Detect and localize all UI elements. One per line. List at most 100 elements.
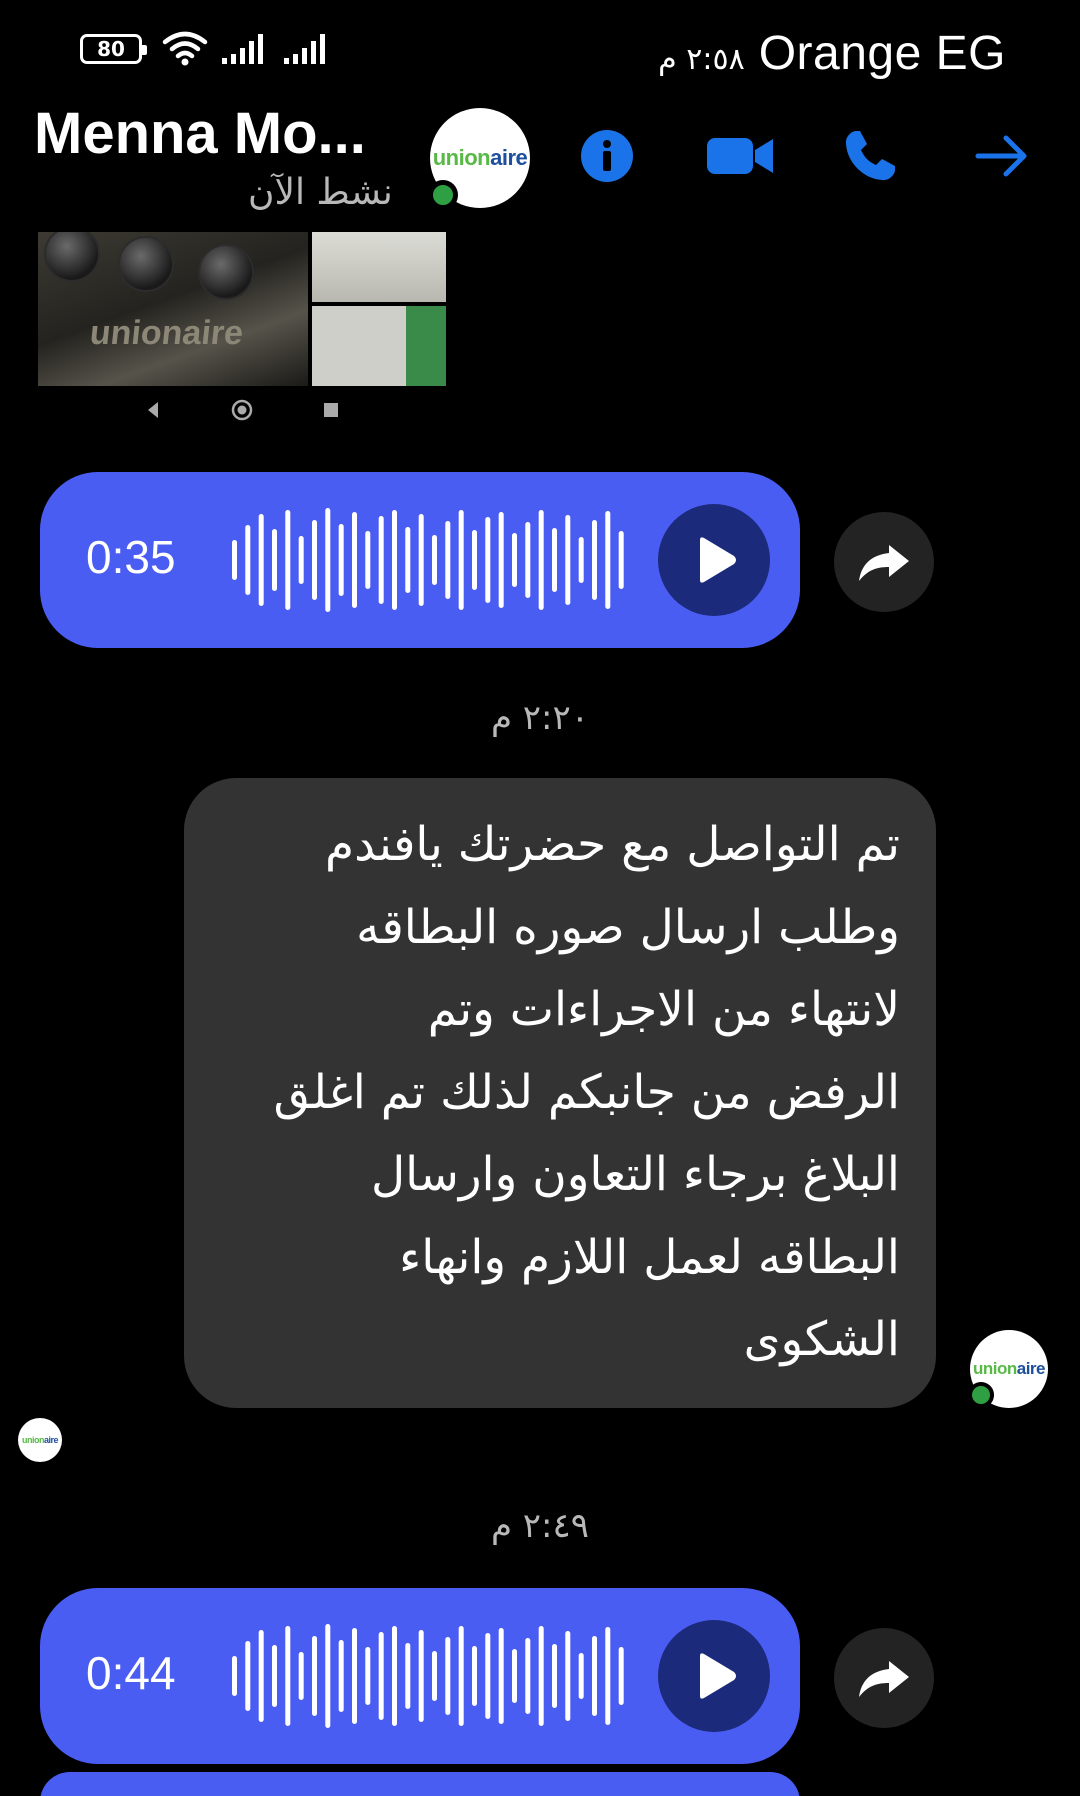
forward-button[interactable] bbox=[834, 1628, 934, 1728]
waveform-bar bbox=[525, 522, 531, 598]
waveform-bar bbox=[605, 511, 611, 609]
contact-name[interactable]: Menna Mo... bbox=[34, 100, 366, 167]
waveform-bar bbox=[352, 512, 357, 608]
photo-appliance[interactable]: unionaire bbox=[38, 232, 308, 386]
photo-logo-text: unionaire bbox=[88, 314, 246, 352]
message-timestamp: ٢:٢٠ م bbox=[490, 698, 590, 738]
voice-duration: 0:35 bbox=[86, 531, 176, 583]
voice-duration: 0:44 bbox=[86, 1647, 176, 1699]
voice-message-row: 0:35 bbox=[40, 472, 940, 648]
text-message-bubble[interactable]: تم التواصل مع حضرتك يافندم وطلب ارسال صو… bbox=[184, 778, 936, 1408]
waveform-bar bbox=[392, 1626, 397, 1726]
brand-logo-part: aire bbox=[1016, 1359, 1046, 1378]
signal-icon bbox=[222, 34, 263, 64]
waveform-bar bbox=[418, 514, 424, 606]
waveform-bar bbox=[312, 520, 317, 600]
waveform-bar bbox=[392, 510, 397, 610]
waveform-bar bbox=[472, 530, 477, 590]
waveform-bar bbox=[432, 535, 437, 585]
waveform-bar bbox=[405, 1643, 411, 1709]
shared-photo[interactable]: unionaire bbox=[38, 232, 446, 386]
waveform-bar bbox=[578, 1653, 584, 1699]
waveform-bar bbox=[618, 1647, 624, 1705]
waveform-bar bbox=[565, 515, 571, 605]
waveform bbox=[232, 508, 624, 612]
video-call-icon[interactable] bbox=[703, 126, 777, 186]
waveform-bar bbox=[578, 537, 584, 583]
signal-icon bbox=[284, 34, 325, 64]
brand-logo-part: union bbox=[21, 1435, 45, 1445]
phone-icon[interactable] bbox=[840, 126, 900, 186]
voice-message[interactable]: 0:35 bbox=[40, 472, 800, 648]
waveform-bar bbox=[258, 514, 264, 606]
voice-message[interactable]: 0:44 bbox=[40, 1588, 800, 1764]
online-indicator bbox=[968, 1382, 994, 1408]
waveform-bar bbox=[605, 1627, 611, 1725]
online-indicator bbox=[428, 180, 458, 210]
waveform-bar bbox=[365, 531, 371, 589]
message-line: وطلب ارسال صوره البطاقه bbox=[356, 899, 900, 955]
waveform-bar bbox=[472, 1646, 477, 1706]
waveform-bar bbox=[272, 529, 277, 591]
message-line: البلاغ برجاء التعاون وارسال bbox=[370, 1147, 900, 1202]
play-icon bbox=[700, 1653, 736, 1699]
waveform-bar bbox=[485, 517, 491, 603]
waveform-bar bbox=[552, 528, 557, 592]
brand-logo: unionaire bbox=[972, 1359, 1046, 1379]
share-arrow-icon bbox=[859, 545, 909, 581]
waveform-bar bbox=[378, 1632, 384, 1720]
message-line: تم التواصل مع حضرتك يافندم bbox=[325, 817, 900, 872]
waveform-bar bbox=[258, 1630, 264, 1722]
avatar[interactable]: unionaire bbox=[428, 108, 530, 210]
waveform-bar bbox=[285, 510, 291, 610]
waveform-bar bbox=[432, 1651, 437, 1701]
battery-icon: 80 bbox=[80, 34, 147, 64]
waveform-bar bbox=[538, 510, 544, 610]
play-button[interactable] bbox=[658, 504, 770, 616]
photo-documents[interactable] bbox=[312, 232, 446, 386]
photo-knob bbox=[198, 244, 254, 300]
forward-button[interactable] bbox=[834, 512, 934, 612]
play-button[interactable] bbox=[658, 1620, 770, 1732]
photo-document bbox=[312, 232, 446, 302]
share-arrow-icon bbox=[859, 1661, 909, 1697]
waveform-bar bbox=[458, 510, 464, 610]
forward-arrow-icon[interactable] bbox=[972, 126, 1032, 186]
waveform-bar bbox=[232, 1656, 237, 1696]
waveform-bar bbox=[298, 1652, 304, 1700]
photo-knob bbox=[118, 236, 174, 292]
waveform-bar bbox=[378, 516, 384, 604]
info-icon[interactable] bbox=[577, 126, 637, 186]
waveform-bar bbox=[405, 527, 411, 593]
message-line: الشكوى bbox=[743, 1312, 900, 1367]
chat-header: Menna Mo... نشط الآن unionaire bbox=[0, 100, 1080, 225]
waveform-bar bbox=[565, 1631, 571, 1721]
waveform-bar bbox=[592, 1636, 597, 1716]
wifi-icon bbox=[162, 31, 208, 66]
status-bar: 80 ٢:٥٨ م Orange EG bbox=[0, 0, 1080, 100]
waveform-bar bbox=[538, 1626, 544, 1726]
active-status: نشط الآن bbox=[248, 172, 393, 213]
battery-level: 80 bbox=[97, 37, 125, 61]
brand-logo-part: aire bbox=[490, 145, 528, 170]
photo-knob bbox=[44, 232, 100, 282]
voice-message-partial[interactable] bbox=[40, 1772, 800, 1796]
waveform-bar bbox=[592, 520, 597, 600]
brand-logo-part: union bbox=[972, 1359, 1017, 1378]
waveform-bar bbox=[418, 1630, 424, 1722]
waveform-bar bbox=[498, 512, 504, 608]
brand-logo: unionaire bbox=[433, 145, 528, 171]
waveform bbox=[232, 1624, 624, 1728]
message-line: الرفض من جانبكم لذلك تم اغلق bbox=[273, 1064, 900, 1120]
brand-logo-part: union bbox=[432, 145, 491, 170]
waveform-bar bbox=[245, 525, 251, 595]
message-timestamp: ٢:٤٩ م bbox=[490, 1506, 590, 1546]
carrier-name: Orange EG bbox=[758, 27, 1006, 80]
message-line: لانتهاء من الاجراءات وتم bbox=[427, 982, 900, 1037]
waveform-bar bbox=[618, 531, 624, 589]
seen-receipt-avatar: unionaire bbox=[18, 1418, 62, 1462]
brand-logo: unionaire bbox=[21, 1435, 59, 1445]
sender-avatar[interactable]: unionaire bbox=[968, 1330, 1048, 1408]
waveform-bar bbox=[365, 1647, 371, 1705]
waveform-bar bbox=[338, 524, 344, 596]
